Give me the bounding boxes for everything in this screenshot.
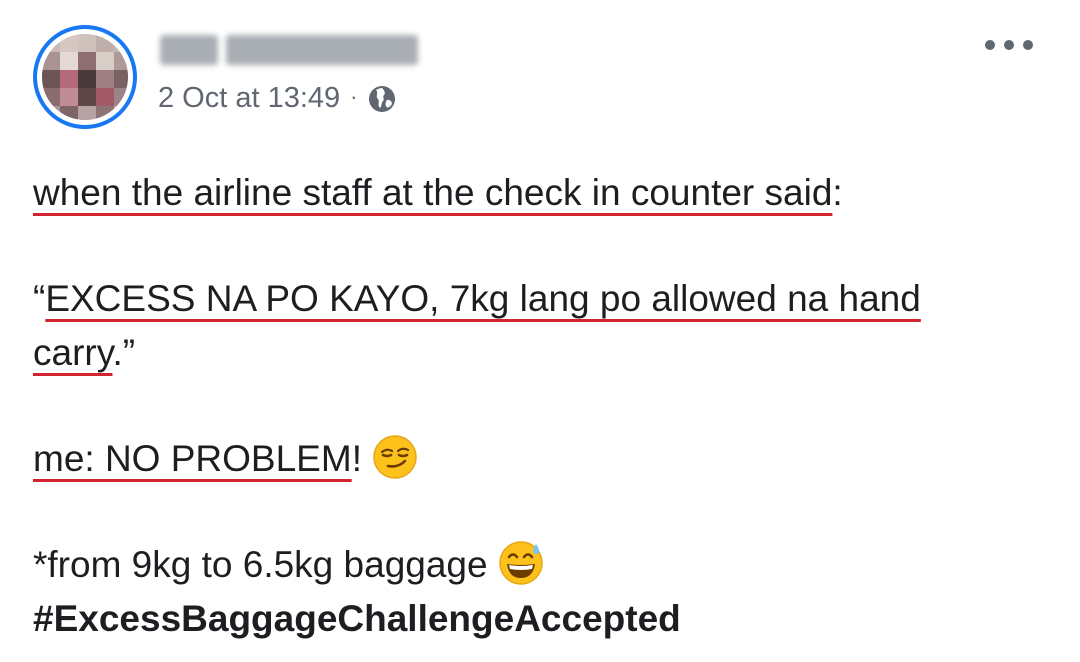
more-options-icon[interactable]	[985, 34, 1033, 56]
post-text-fragment: :	[832, 172, 843, 213]
spellcheck-text: carry	[33, 332, 113, 373]
post-text-line: when the airline staff at the check in c…	[33, 171, 843, 215]
globe-icon[interactable]	[367, 84, 397, 114]
blurred-name-part	[226, 35, 418, 65]
grinning-face-with-sweat-emoji	[498, 540, 544, 586]
smirking-face-emoji	[372, 434, 418, 480]
post-text-line: “EXCESS NA PO KAYO, 7kg lang po allowed …	[33, 277, 921, 321]
post-text-line: me: NO PROBLEM!	[33, 434, 418, 484]
avatar-image	[42, 34, 128, 120]
post-text-fragment: *from 9kg to 6.5kg baggage	[33, 544, 488, 585]
post-meta: 2 Oct at 13:49 ·	[158, 82, 397, 115]
post-text-line: carry.”	[33, 331, 135, 375]
post-text-fragment: !	[351, 438, 362, 479]
post-text-fragment: .”	[112, 332, 136, 373]
spellcheck-text: EXCESS NA PO KAYO, 7kg lang po allowed n…	[45, 278, 921, 319]
blurred-name-part	[160, 35, 218, 65]
spellcheck-text: me: NO PROBLEM	[33, 438, 352, 479]
post-timestamp[interactable]: 2 Oct at 13:49	[158, 82, 340, 115]
avatar[interactable]	[33, 25, 137, 129]
meta-separator: ·	[350, 83, 358, 109]
hashtag-link[interactable]: #ExcessBaggageChallengeAccepted	[33, 597, 681, 641]
facebook-post: 2 Oct at 13:49 · when the airline staff …	[0, 0, 1080, 662]
author-name-blurred[interactable]	[160, 30, 418, 70]
post-text-line: *from 9kg to 6.5kg baggage	[33, 540, 544, 590]
post-text-fragment: “	[33, 278, 46, 319]
hashtag-text[interactable]: #ExcessBaggageChallengeAccepted	[33, 598, 681, 639]
spellcheck-text: when the airline staff at the check in c…	[33, 172, 833, 213]
